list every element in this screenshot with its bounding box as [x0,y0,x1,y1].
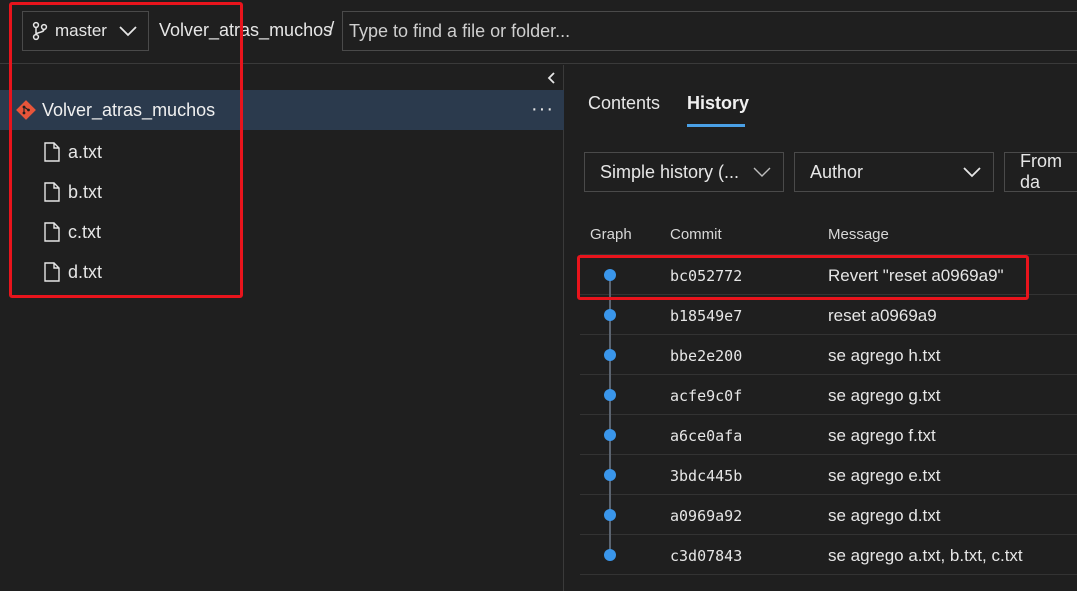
commit-hash[interactable]: a0969a92 [670,507,742,525]
commit-hash[interactable]: b18549e7 [670,307,742,325]
row-divider [580,294,1077,295]
tab-history[interactable]: History [687,93,749,114]
commit-dot [604,349,616,361]
commit-hash[interactable]: bbe2e200 [670,347,742,365]
column-header-commit: Commit [670,226,722,243]
file-label: b.txt [68,181,103,202]
column-header-graph: Graph [590,226,632,243]
commit-message: se agrego h.txt [828,346,941,365]
chevron-down-icon [119,26,137,37]
history-mode-value: Simple history (... [600,161,740,182]
row-divider [580,494,1077,495]
breadcrumb-repo[interactable]: Volver_atras_muchos [159,20,332,41]
file-icon [44,142,60,162]
commit-hash[interactable]: acfe9c0f [670,387,742,405]
chevron-down-icon [963,167,981,178]
branch-name: master [55,21,107,40]
tree-item-file[interactable]: a.txt [44,137,102,167]
commit-message: se agrego e.txt [828,466,941,485]
commit-message: se agrego g.txt [828,386,941,405]
commit-hash[interactable]: c3d07843 [670,547,742,565]
breadcrumb-separator: / [329,19,335,40]
commit-hash[interactable]: 3bdc445b [670,467,742,485]
tree-item-file[interactable]: c.txt [44,217,101,247]
row-divider [580,414,1077,415]
file-search-input[interactable] [342,11,1077,51]
commit-dot [604,429,616,441]
commit-dot [604,469,616,481]
tree-item-repo[interactable]: Volver_atras_muchos ··· [0,90,564,130]
commit-message: se agrego a.txt, b.txt, c.txt [828,546,1023,565]
file-tree-panel: Volver_atras_muchos ··· a.txt b.txt c.tx… [0,65,564,591]
author-dropdown[interactable]: Author [794,152,994,192]
commit-hash[interactable]: bc052772 [670,267,742,285]
tree-item-file[interactable]: d.txt [44,257,102,287]
commit-dot [604,509,616,521]
commit-hash[interactable]: a6ce0afa [670,427,742,445]
from-date-dropdown[interactable]: From da [1004,152,1077,192]
row-divider [580,454,1077,455]
branch-selector[interactable]: master [22,11,149,51]
row-divider [580,334,1077,335]
author-value: Author [810,161,864,182]
commit-message: se agrego d.txt [828,506,941,525]
commit-dot [604,309,616,321]
top-bar: master Volver_atras_muchos / [0,0,1077,64]
commit-dot [604,269,616,281]
file-icon [44,262,60,282]
row-divider [580,254,1077,255]
file-label: d.txt [68,261,103,282]
tab-contents[interactable]: Contents [588,93,660,114]
tree-repo-label: Volver_atras_muchos [42,99,216,120]
file-label: a.txt [68,141,103,162]
row-divider [580,374,1077,375]
more-options-button[interactable]: ··· [531,98,554,121]
commit-dot [604,549,616,561]
chevron-down-icon [753,167,771,177]
tree-item-file[interactable]: b.txt [44,177,102,207]
file-label: c.txt [68,221,102,242]
commit-message: reset a0969a9 [828,306,937,325]
column-header-message: Message [828,226,889,243]
branch-icon [32,21,48,41]
commit-message: se agrego f.txt [828,426,936,445]
collapse-panel-icon[interactable] [545,71,557,85]
history-mode-dropdown[interactable]: Simple history (... [584,152,784,192]
commit-dot [604,389,616,401]
git-logo-icon [16,100,36,120]
from-date-value: From da [1020,152,1062,192]
row-divider [580,574,1077,575]
file-icon [44,222,60,242]
commit-message: Revert "reset a0969a9" [828,266,1004,285]
active-tab-indicator [687,124,745,127]
row-divider [580,534,1077,535]
file-icon [44,182,60,202]
